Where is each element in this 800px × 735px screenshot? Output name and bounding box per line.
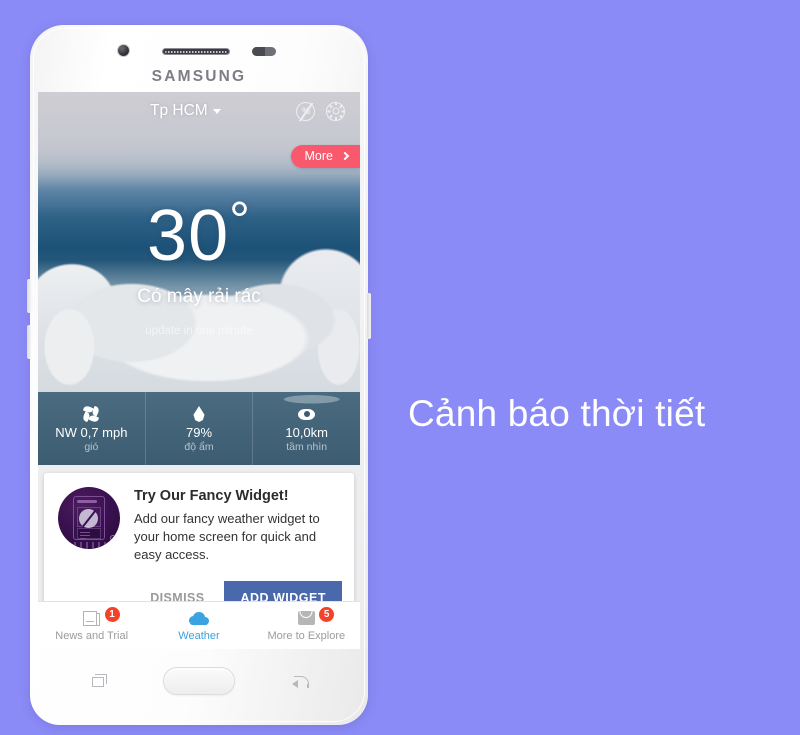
earpiece-speaker [162,48,230,55]
phone-screen: Tp HCM % [38,92,360,649]
tab-weather[interactable]: Weather [145,602,252,649]
weather-metrics-strip: NW 0,7 mph gió 79% độ ẩm 10,0km tầm nhìn [38,392,360,465]
more-button[interactable]: More [290,145,360,168]
phone-device: SAMSUNG Tp HCM % [27,25,371,725]
weather-hero: Tp HCM % [38,92,360,392]
volume-up-key[interactable] [27,279,31,313]
promo-card-title: Try Our Fancy Widget! [134,488,289,504]
pinwheel-icon [82,404,101,424]
widget-illustration [58,487,120,549]
home-button[interactable] [163,667,235,695]
gear-icon[interactable] [326,101,345,121]
volume-down-key[interactable] [27,325,31,359]
recents-icon[interactable] [92,674,107,687]
promo-card-text: Try Our Fancy Widget! Add our fancy weat… [134,487,340,564]
tab-news-and-trial-label: News and Trial [55,630,129,642]
gear-teeth [327,102,344,120]
cloud-bottom [38,260,360,392]
water-drop-icon [193,405,205,424]
metric-humidity-value: 79% [185,424,213,440]
tab-news-and-trial[interactable]: News and Trial 1 [38,602,145,649]
tab-more-to-explore-label: More to Explore [267,630,346,642]
tab-explore-badge: 5 [319,607,335,622]
app-header: Tp HCM % [38,92,360,130]
proximity-sensor [252,47,276,56]
newspaper-icon [83,609,101,627]
metric-visibility: 10,0km tầm nhìn [252,392,360,465]
promo-card-top: Try Our Fancy Widget! Add our fancy weat… [58,487,340,564]
no-percent-icon[interactable]: % [296,101,315,121]
bottom-navigation: News and Trial 1 Weather More to Explore… [38,601,360,649]
chevron-down-icon [212,108,221,114]
samsung-brand-logo: SAMSUNG [151,68,247,85]
shopping-bag-icon [297,609,315,627]
metric-humidity: 79% độ ẩm [144,392,253,465]
tab-more-to-explore[interactable]: More to Explore 5 [253,602,360,649]
eye-icon [298,405,316,424]
header-actions: % [296,101,345,121]
power-key[interactable] [367,293,371,339]
metric-humidity-label: độ ẩm [184,440,214,453]
metric-wind: NW 0,7 mph gió [38,392,145,465]
back-icon[interactable] [292,673,310,689]
tab-news-badge: 1 [104,607,120,622]
city-selector[interactable]: Tp HCM [150,102,221,120]
tab-weather-label: Weather [178,630,220,642]
metric-visibility-label: tầm nhìn [286,440,328,453]
city-label: Tp HCM [150,102,208,119]
more-button-label: More [304,149,333,163]
metric-wind-label: gió [84,440,99,453]
chevron-right-icon [340,151,350,161]
metric-visibility-value: 10,0km [285,424,328,440]
page-headline: Cảnh báo thời tiết [408,393,706,434]
cloud-icon [188,609,209,627]
metric-wind-value: NW 0,7 mph [55,424,128,440]
promo-card-description: Add our fancy weather widget to your hom… [134,511,320,562]
front-camera-icon [118,45,129,56]
